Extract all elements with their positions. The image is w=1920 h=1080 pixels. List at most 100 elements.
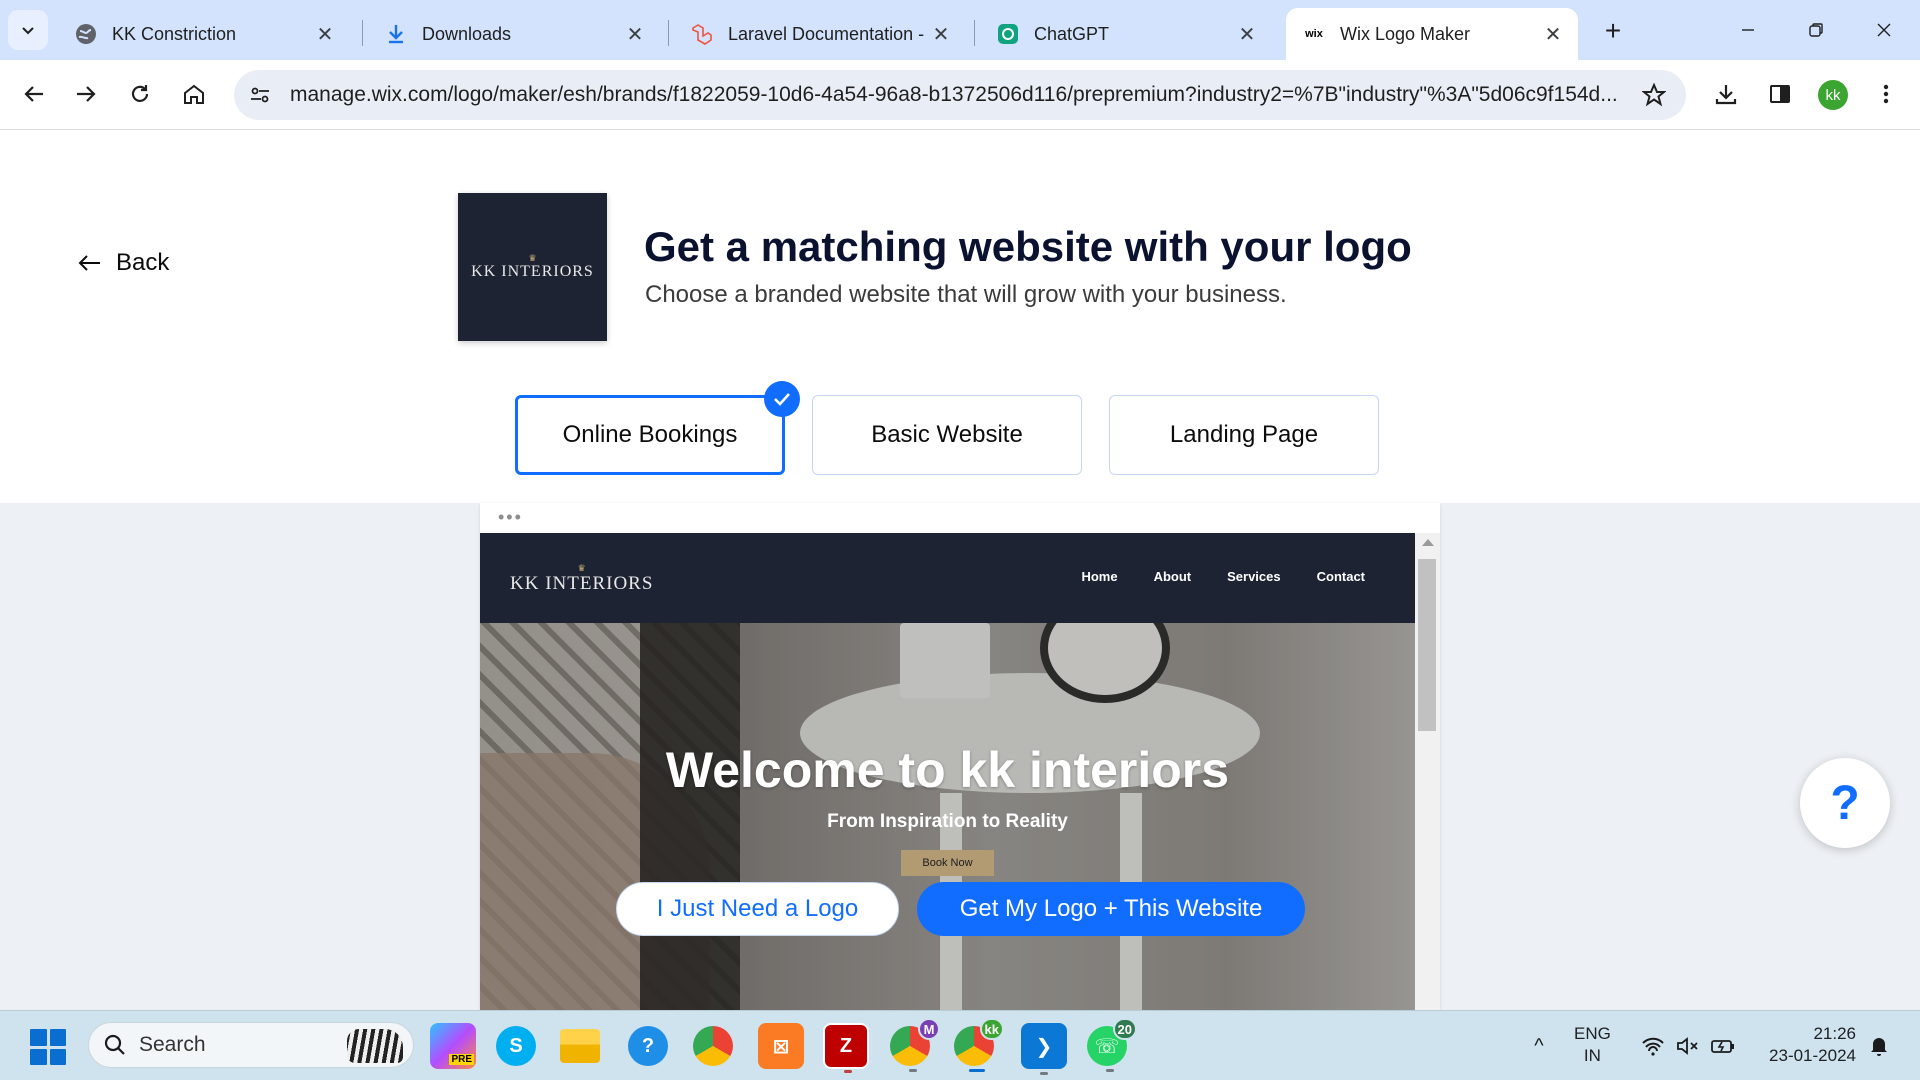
tab-separator xyxy=(362,20,363,46)
tab-strip: KK Constriction ✕ Downloads ✕ Laravel Do… xyxy=(0,0,1920,60)
just-logo-button[interactable]: I Just Need a Logo xyxy=(616,882,899,936)
running-indicator xyxy=(909,1069,917,1072)
tab-title: KK Constriction xyxy=(112,23,237,44)
close-window-button[interactable] xyxy=(1854,10,1914,50)
file-explorer-icon[interactable] xyxy=(560,1029,600,1063)
close-icon xyxy=(1877,23,1891,37)
whatsapp-icon[interactable]: ☏ 20 xyxy=(1087,1018,1137,1072)
laravel-icon xyxy=(690,22,714,46)
filezilla-icon[interactable]: Z xyxy=(823,1023,869,1073)
scroll-up-icon[interactable] xyxy=(1422,539,1434,546)
option-label: Landing Page xyxy=(1169,421,1319,448)
tab-search-button[interactable] xyxy=(8,10,48,50)
tab-laravel-documentation[interactable]: Laravel Documentation - ✕ xyxy=(674,8,966,60)
vscode-icon[interactable]: ❯ xyxy=(1021,1023,1067,1075)
page-subtitle: Choose a branded website that will grow … xyxy=(645,281,1287,308)
windows-taskbar: Search PRE S ? ⊠ Z M kk ❯ ☏ 20 ^ ENG IN xyxy=(0,1010,1920,1080)
arrow-right-icon xyxy=(77,86,96,102)
option-label: Online Bookings xyxy=(562,421,738,448)
notification-count-badge: 20 xyxy=(1112,1018,1137,1040)
wifi-icon[interactable] xyxy=(1638,1011,1668,1080)
preview-nav-services[interactable]: Services xyxy=(1227,569,1281,584)
home-button[interactable] xyxy=(174,74,214,114)
home-icon xyxy=(184,84,204,104)
tab-downloads[interactable]: Downloads ✕ xyxy=(368,8,660,60)
system-clock[interactable]: 21:26 23-01-2024 xyxy=(1760,1023,1856,1067)
clock-time: 21:26 xyxy=(1813,1024,1856,1043)
clock-date: 23-01-2024 xyxy=(1769,1046,1856,1065)
preview-logo: ♛ KK INTERIORS xyxy=(510,563,653,595)
chrome-icon[interactable] xyxy=(693,1026,733,1066)
chrome-profile-kk-icon[interactable]: kk xyxy=(954,1018,1004,1072)
reload-button[interactable] xyxy=(120,74,160,114)
new-tab-button[interactable]: + xyxy=(1596,14,1630,48)
notification-bell-icon[interactable] xyxy=(1864,1011,1894,1080)
downloads-button[interactable] xyxy=(1706,74,1746,114)
profile-badge: M xyxy=(918,1018,940,1040)
preview-nav-about[interactable]: About xyxy=(1154,569,1192,584)
tab-kk-constriction[interactable]: KK Constriction ✕ xyxy=(58,8,350,60)
search-icon xyxy=(104,1034,125,1055)
window-dots-icon: ••• xyxy=(498,507,523,527)
help-button[interactable]: ? xyxy=(1800,758,1890,848)
get-help-icon[interactable]: ? xyxy=(628,1026,668,1066)
windows-start-icon[interactable] xyxy=(30,1029,66,1065)
search-highlight-image xyxy=(347,1029,403,1063)
browser-menu-button[interactable] xyxy=(1866,74,1906,114)
back-nav-button[interactable] xyxy=(14,74,54,114)
close-icon[interactable]: ✕ xyxy=(622,21,648,47)
minimize-icon xyxy=(1742,29,1754,31)
page-content: Back ♛ KK INTERIORS Get a matching websi… xyxy=(0,131,1920,1010)
preview-logo-text: KK INTERIORS xyxy=(510,573,654,594)
tab-chatgpt[interactable]: ChatGPT ✕ xyxy=(980,8,1272,60)
search-label: Search xyxy=(139,1033,206,1056)
copilot-app-icon[interactable]: PRE xyxy=(430,1023,476,1069)
logo-plus-website-button[interactable]: Get My Logo + This Website xyxy=(917,882,1305,936)
taskbar-search[interactable]: Search xyxy=(88,1022,414,1068)
close-icon[interactable]: ✕ xyxy=(928,21,954,47)
profile-avatar[interactable]: kk xyxy=(1818,80,1848,110)
minimize-button[interactable] xyxy=(1718,10,1778,50)
chevron-down-icon xyxy=(22,27,34,35)
bookmark-star-icon[interactable] xyxy=(1634,75,1674,115)
running-indicator xyxy=(969,1069,985,1072)
plus-icon: + xyxy=(1604,15,1622,46)
logo-preview-card: ♛ KK INTERIORS xyxy=(458,193,607,341)
close-icon[interactable]: ✕ xyxy=(312,21,338,47)
preview-navbar: ♛ KK INTERIORS Home About Services Conta… xyxy=(480,533,1415,623)
close-icon[interactable]: ✕ xyxy=(1234,21,1260,47)
region-code: IN xyxy=(1583,1046,1601,1065)
globe-icon xyxy=(74,22,98,46)
chrome-profile-m-icon[interactable]: M xyxy=(890,1018,940,1072)
preview-hero-subtitle: From Inspiration to Reality xyxy=(827,811,1068,832)
url-text: manage.wix.com/logo/maker/esh/brands/f18… xyxy=(290,83,1618,106)
battery-charging-icon[interactable] xyxy=(1708,1011,1738,1080)
option-online-bookings[interactable]: Online Bookings xyxy=(515,395,785,475)
scroll-thumb[interactable] xyxy=(1418,559,1436,731)
language-code: ENG xyxy=(1574,1024,1611,1043)
back-link[interactable]: Back xyxy=(78,249,169,277)
preview-nav-contact[interactable]: Contact xyxy=(1317,569,1365,584)
question-icon: ? xyxy=(1830,776,1860,830)
input-language[interactable]: ENG IN xyxy=(1574,1023,1611,1067)
option-basic-website[interactable]: Basic Website xyxy=(812,395,1082,475)
forward-nav-button[interactable] xyxy=(66,74,106,114)
skype-app-icon[interactable]: S xyxy=(496,1026,536,1066)
restore-button[interactable] xyxy=(1786,10,1846,50)
side-panel-button[interactable] xyxy=(1760,74,1800,114)
pre-badge: PRE xyxy=(449,1054,474,1065)
preview-book-now-button[interactable]: Book Now xyxy=(901,850,994,876)
preview-nav-home[interactable]: Home xyxy=(1081,569,1117,584)
xampp-icon[interactable]: ⊠ xyxy=(758,1023,804,1069)
profile-badge: kk xyxy=(979,1018,1004,1040)
option-landing-page[interactable]: Landing Page xyxy=(1109,395,1379,475)
download-icon xyxy=(1715,85,1737,105)
show-hidden-icons-chevron-icon[interactable]: ^ xyxy=(1524,1011,1554,1080)
tab-title: Laravel Documentation - xyxy=(728,23,925,44)
close-icon[interactable]: ✕ xyxy=(1540,21,1566,47)
address-bar[interactable]: manage.wix.com/logo/maker/esh/brands/f18… xyxy=(234,70,1686,120)
tab-wix-logo-maker[interactable]: wix Wix Logo Maker ✕ xyxy=(1286,8,1578,60)
volume-muted-icon[interactable] xyxy=(1672,1011,1702,1080)
site-settings-icon[interactable] xyxy=(244,79,276,111)
filezilla-label: Z xyxy=(839,1034,853,1057)
